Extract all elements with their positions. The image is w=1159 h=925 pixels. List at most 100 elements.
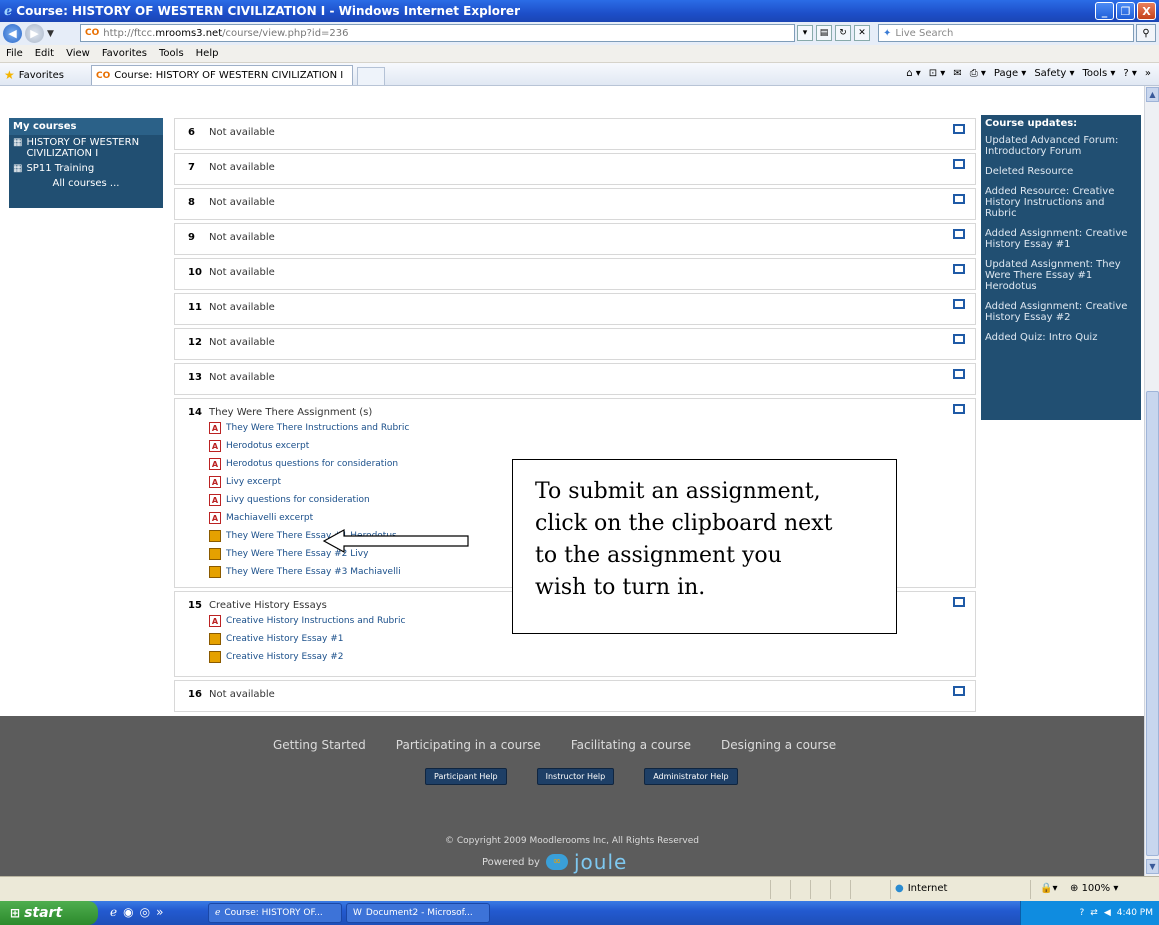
- activity-link[interactable]: A Livy excerpt: [209, 473, 409, 491]
- print-icon[interactable]: ⎙ ▾: [970, 68, 986, 79]
- activity-link[interactable]: A Herodotus questions for consideration: [209, 455, 409, 473]
- activity-link[interactable]: A Livy questions for consideration: [209, 491, 409, 509]
- toggle-box-icon[interactable]: [953, 159, 965, 169]
- vertical-scrollbar[interactable]: ▲ ▼: [1144, 86, 1159, 876]
- activity-link[interactable]: A Creative History Instructions and Rubri…: [209, 612, 405, 630]
- toggle-box-icon[interactable]: [953, 264, 965, 274]
- stop-icon[interactable]: ✕: [854, 25, 870, 41]
- security-zone: ● Internet: [895, 883, 947, 894]
- more-quicklaunch-icon[interactable]: »: [156, 905, 163, 919]
- forward-button[interactable]: ▶: [25, 24, 44, 43]
- footer-link[interactable]: Getting Started: [273, 738, 366, 752]
- toggle-box-icon[interactable]: [953, 404, 965, 414]
- more-icon[interactable]: »: [1145, 68, 1151, 79]
- history-dropdown-icon[interactable]: ▼: [47, 29, 54, 39]
- close-button[interactable]: X: [1137, 2, 1156, 20]
- tray-network-icon[interactable]: ⇄: [1090, 908, 1098, 918]
- toggle-box-icon[interactable]: [953, 194, 965, 204]
- assignment-link[interactable]: Creative History Essay #1: [209, 630, 405, 648]
- participant-help-button[interactable]: Participant Help: [425, 768, 507, 785]
- refresh-icon[interactable]: ↻: [835, 25, 851, 41]
- clipboard-icon[interactable]: [209, 651, 221, 663]
- ie-quicklaunch-icon[interactable]: ℯ: [110, 905, 117, 919]
- course-link[interactable]: ▦ HISTORY OF WESTERN CIVILIZATION I: [9, 135, 163, 161]
- toggle-box-icon[interactable]: [953, 299, 965, 309]
- help-icon[interactable]: ? ▾: [1123, 68, 1137, 79]
- assignment-link[interactable]: Creative History Essay #2: [209, 648, 405, 666]
- update-item[interactable]: Added Resource: Creative History Instruc…: [985, 186, 1137, 219]
- safety-menu[interactable]: Safety ▾: [1034, 68, 1074, 79]
- section-number: 9: [188, 232, 195, 243]
- new-tab-button[interactable]: [357, 67, 385, 85]
- activity-link[interactable]: A Machiavelli excerpt: [209, 509, 409, 527]
- clipboard-icon[interactable]: [209, 548, 221, 560]
- minimize-button[interactable]: _: [1095, 2, 1114, 20]
- update-item[interactable]: Added Quiz: Intro Quiz: [985, 332, 1137, 343]
- tools-menu[interactable]: Tools ▾: [1083, 68, 1116, 79]
- task-ie[interactable]: ℯ Course: HISTORY OF...: [208, 903, 342, 923]
- scroll-thumb[interactable]: [1146, 391, 1159, 856]
- clipboard-icon[interactable]: [209, 633, 221, 645]
- menu-file[interactable]: File: [0, 48, 29, 59]
- pdf-icon: A: [209, 440, 221, 452]
- section-number: 6: [188, 127, 195, 138]
- toggle-box-icon[interactable]: [953, 369, 965, 379]
- compat-view-icon[interactable]: ▤: [816, 25, 832, 41]
- tray-arrow-icon[interactable]: ◀: [1104, 908, 1111, 918]
- firefox-quicklaunch-icon[interactable]: ◉: [123, 905, 133, 919]
- browser-quicklaunch-icon[interactable]: ◎: [140, 905, 150, 919]
- section-title: Not available: [209, 689, 275, 700]
- url-input[interactable]: CO http://ftcc. mrooms3.net/course/view.p…: [80, 24, 795, 42]
- protected-mode-icon[interactable]: 🔒▾: [1040, 883, 1057, 894]
- footer-link[interactable]: Facilitating a course: [571, 738, 691, 752]
- menu-edit[interactable]: Edit: [29, 48, 60, 59]
- maximize-button[interactable]: ❐: [1116, 2, 1135, 20]
- mail-icon[interactable]: ✉: [953, 68, 961, 79]
- instructor-help-button[interactable]: Instructor Help: [536, 768, 615, 785]
- section-activities: A Creative History Instructions and Rubri…: [209, 612, 405, 666]
- update-item[interactable]: Updated Assignment: They Were There Essa…: [985, 259, 1137, 292]
- tab-course[interactable]: CO Course: HISTORY OF WESTERN CIVILIZATI…: [91, 65, 353, 85]
- assignment-label: They Were There Essay #3 Machiavelli: [226, 567, 401, 577]
- menu-tools[interactable]: Tools: [153, 48, 190, 59]
- toggle-box-icon[interactable]: [953, 124, 965, 134]
- update-item[interactable]: Added Assignment: Creative History Essay…: [985, 228, 1137, 250]
- assignment-link[interactable]: They Were There Essay #3 Machiavelli: [209, 563, 409, 581]
- back-button[interactable]: ◀: [3, 24, 22, 43]
- toggle-box-icon[interactable]: [953, 597, 965, 607]
- footer-link[interactable]: Designing a course: [721, 738, 836, 752]
- page-menu[interactable]: Page ▾: [994, 68, 1026, 79]
- scroll-down-icon[interactable]: ▼: [1146, 859, 1159, 874]
- activity-link[interactable]: A They Were There Instructions and Rubric: [209, 419, 409, 437]
- activity-label: They Were There Instructions and Rubric: [226, 423, 410, 433]
- clipboard-icon[interactable]: [209, 566, 221, 578]
- section-10: 10 Not available: [174, 258, 976, 290]
- scroll-up-icon[interactable]: ▲: [1146, 87, 1159, 102]
- update-item[interactable]: Added Assignment: Creative History Essay…: [985, 301, 1137, 323]
- tray-help-icon[interactable]: ?: [1079, 908, 1084, 918]
- clipboard-icon[interactable]: [209, 530, 221, 542]
- menu-favorites[interactable]: Favorites: [96, 48, 153, 59]
- administrator-help-button[interactable]: Administrator Help: [644, 768, 738, 785]
- menu-view[interactable]: View: [60, 48, 96, 59]
- course-link[interactable]: ▦ SP11 Training: [9, 161, 163, 176]
- footer-link[interactable]: Participating in a course: [396, 738, 541, 752]
- all-courses-link[interactable]: All courses ...: [9, 178, 163, 189]
- update-item[interactable]: Updated Advanced Forum: Introductory For…: [985, 135, 1137, 157]
- menu-help[interactable]: Help: [190, 48, 225, 59]
- toggle-box-icon[interactable]: [953, 229, 965, 239]
- toggle-box-icon[interactable]: [953, 334, 965, 344]
- feeds-icon[interactable]: ⊡ ▾: [929, 68, 946, 79]
- activity-label: Herodotus excerpt: [226, 441, 310, 451]
- zoom-level[interactable]: ⊕ 100% ▾: [1070, 883, 1118, 894]
- search-button[interactable]: ⚲: [1136, 24, 1156, 42]
- start-button[interactable]: ⊞ start: [0, 901, 98, 925]
- favorites-button[interactable]: ★ Favorites: [4, 68, 64, 82]
- search-input[interactable]: ✦ Live Search: [878, 24, 1134, 42]
- toggle-box-icon[interactable]: [953, 686, 965, 696]
- activity-link[interactable]: A Herodotus excerpt: [209, 437, 409, 455]
- home-icon[interactable]: ⌂ ▾: [906, 68, 921, 79]
- update-item[interactable]: Deleted Resource: [985, 166, 1137, 177]
- url-dropdown-icon[interactable]: ▾: [797, 25, 813, 41]
- task-word[interactable]: W Document2 - Microsof...: [346, 903, 490, 923]
